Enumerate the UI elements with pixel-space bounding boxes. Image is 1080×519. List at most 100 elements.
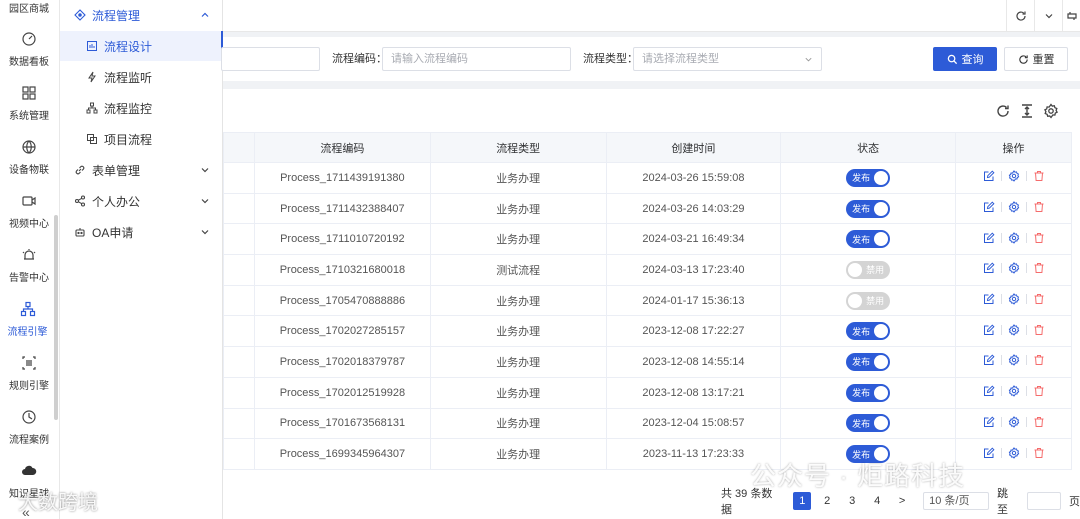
status-label: 发布 [852,173,871,184]
settings-icon[interactable] [1008,293,1020,305]
status-toggle[interactable]: 禁用 [846,291,891,310]
rail-item-system[interactable]: 系统管理 [0,81,58,129]
cell-name [223,376,255,409]
settings-icon[interactable] [1008,416,1020,428]
status-toggle[interactable]: 发布 [846,168,891,187]
edit-icon[interactable] [983,324,995,336]
menu-group-form[interactable]: 表单管理 [60,155,223,185]
delete-icon[interactable] [1033,385,1045,397]
status-toggle[interactable]: 发布 [846,414,891,433]
settings-icon[interactable] [1008,231,1020,244]
edit-icon[interactable] [983,201,995,213]
menu-item-flow-design[interactable]: 流程设计 [60,31,223,61]
status-toggle[interactable]: 发布 [846,352,891,371]
settings-icon[interactable] [1008,446,1020,459]
cell-type: 业务办理 [429,162,607,194]
rail-scrollbar[interactable] [54,215,58,420]
cell-ops [955,315,1072,348]
menu-item-flow-listen[interactable]: 流程监听 [60,62,223,92]
edit-icon[interactable] [983,354,995,366]
delete-icon[interactable] [1033,354,1045,366]
page-button-3[interactable]: 3 [843,492,861,510]
name-input[interactable] [221,47,320,71]
page-button-2[interactable]: 2 [818,492,836,510]
rail-item-flow-case[interactable]: 流程案例 [0,405,58,453]
settings-icon[interactable] [1043,103,1059,119]
delete-icon[interactable] [1033,262,1045,274]
globe-icon [0,139,58,159]
menu-group-oa[interactable]: OA申请 [60,217,223,247]
delete-icon[interactable] [1033,447,1045,459]
rail-item-label: 流程引擎 [7,327,48,338]
status-toggle[interactable]: 禁用 [846,260,891,279]
rail-item-alarm[interactable]: 告警中心 [0,243,58,291]
settings-icon[interactable] [1008,201,1020,213]
chevron-down-icon [199,226,211,238]
delete-icon[interactable] [1033,416,1045,428]
rail-item-flow-engine[interactable]: 流程引擎 [0,297,58,345]
fullscreen-button[interactable] [1062,0,1080,32]
settings-icon[interactable] [1008,385,1020,397]
edit-icon[interactable] [983,232,995,244]
query-button[interactable]: 查询 [933,47,997,71]
edit-icon[interactable] [983,293,995,305]
rail-item-rule-engine[interactable]: 规则引擎 [0,351,58,399]
page-button-1[interactable]: 1 [793,492,812,510]
cell-code: Process_1710321680018 [253,254,431,286]
delete-icon[interactable] [1033,324,1045,336]
menu-item-flow-monitor[interactable]: 流程监控 [60,93,223,123]
divider [1025,294,1027,305]
status-toggle[interactable]: 发布 [846,383,891,402]
column-height-icon[interactable] [1019,103,1035,119]
divider [1025,355,1027,366]
cell-code: Process_1711432388407 [253,192,431,225]
menu-item-project-flow[interactable]: 项目流程 [60,124,223,154]
status-label: 禁用 [866,265,885,276]
chevron-down-icon [805,57,812,62]
type-select-placeholder: 请选择流程类型 [642,53,719,65]
delete-icon[interactable] [1033,170,1045,182]
menu-group-office[interactable]: 个人办公 [60,186,223,216]
edit-icon[interactable] [983,170,995,182]
type-select[interactable]: 请选择流程类型 [633,47,822,71]
menu-group-process[interactable]: 流程管理 [60,0,223,30]
rail-item-dashboard[interactable]: 数据看板 [0,27,58,75]
refresh-tab-button[interactable] [1006,0,1034,32]
tab-dropdown-button[interactable] [1034,0,1062,32]
status-toggle[interactable]: 发布 [846,199,891,218]
jump-input[interactable] [1027,492,1061,510]
cell-name [223,254,255,286]
rail-item-video[interactable]: 视频中心 [0,189,58,237]
toggle-knob [874,354,889,369]
edit-icon[interactable] [983,385,995,397]
type-label: 流程类型： [583,53,638,65]
edit-icon[interactable] [983,416,995,428]
page-size-select[interactable]: 10 条/页 [923,492,990,510]
search-icon [947,54,957,64]
status-toggle[interactable]: 发布 [846,322,891,341]
cell-created: 2023-12-08 13:17:21 [605,376,782,409]
settings-icon[interactable] [1008,170,1020,183]
page-button-4[interactable]: 4 [868,492,886,510]
settings-icon[interactable] [1008,323,1020,336]
pagination: 共 39 条数据 1 2 3 4 > 10 条/页 跳至 页 [721,488,1080,516]
code-input[interactable]: 请输入流程编码 [382,47,571,71]
refresh-icon [1015,11,1026,21]
delete-icon[interactable] [1033,201,1045,213]
edit-icon[interactable] [983,447,995,459]
delete-icon[interactable] [1033,293,1045,305]
watermark-left: 大数跨境 [18,492,98,514]
edit-icon[interactable] [983,262,995,274]
settings-icon[interactable] [1008,262,1020,275]
menu-group-label: 个人办公 [92,194,141,209]
flow-icon [0,301,55,321]
next-page-button[interactable]: > [893,492,911,510]
link-icon [74,164,86,176]
status-toggle[interactable]: 发布 [846,230,891,249]
cell-ops [955,192,1072,225]
settings-icon[interactable] [1008,354,1020,367]
delete-icon[interactable] [1033,232,1045,244]
reset-button[interactable]: 重置 [1004,47,1068,71]
refresh-icon[interactable] [995,103,1011,119]
rail-item-iot[interactable]: 设备物联 [0,135,58,183]
